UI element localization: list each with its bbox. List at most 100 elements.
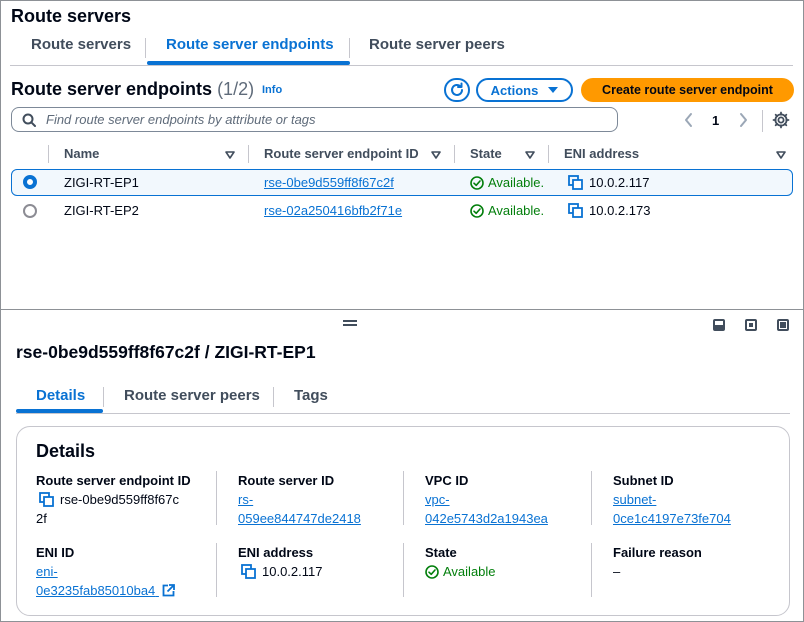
subnet-id-link[interactable]: subnet- 0ce1c4197e73fe704 [613, 490, 773, 528]
status-check-icon [425, 565, 439, 579]
column-header-name[interactable]: Name [64, 146, 99, 161]
row-state-text: Available. [488, 175, 545, 190]
row-endpoint-id-link[interactable]: rse-0be9d559ff8f67c2f [264, 175, 394, 190]
field-value: rse-0be9d559ff8f67c [36, 490, 206, 509]
subnet-id-line1: subnet- [613, 492, 657, 507]
toolbar-divider [762, 110, 763, 132]
row-eni-text: 10.0.2.173 [589, 203, 651, 218]
gear-icon[interactable] [772, 111, 790, 129]
field-subnet-id: Subnet ID subnet- 0ce1c4197e73fe704 [613, 471, 773, 528]
field-endpoint-id: Route server endpoint ID rse-0be9d559ff8… [36, 471, 206, 528]
table-row[interactable]: ZIGI-RT-EP1 rse-0be9d559ff8f67c2f Availa… [11, 169, 793, 196]
panel-close-icon[interactable] [777, 319, 789, 331]
field-label: Failure reason [613, 545, 702, 560]
field-label: ENI ID [36, 545, 75, 560]
copy-icon[interactable] [39, 492, 54, 507]
field-label: ENI address [238, 545, 314, 560]
row-state-text: Available. [488, 203, 545, 218]
tab-separator [103, 387, 104, 407]
tab-tags[interactable]: Tags [294, 387, 328, 404]
copy-icon[interactable] [568, 203, 583, 218]
actions-label: Actions [490, 82, 539, 98]
status-check-icon [470, 204, 484, 218]
vpc-id-line1: vpc- [425, 492, 450, 507]
row-name: ZIGI-RT-EP1 [64, 175, 139, 190]
table-header: Name Route server endpoint ID State ENI … [11, 143, 793, 167]
eni-id-line1: eni- [36, 564, 58, 579]
next-page-icon[interactable] [737, 112, 749, 128]
field-route-server-id: Route server ID rs- 059ee844747de2418 [238, 471, 398, 528]
detail-tab-bar: Details Route server peers Tags [16, 382, 790, 414]
row-endpoint-id-link[interactable]: rse-02a250416bfb2f71e [264, 203, 402, 218]
row-select-radio[interactable] [23, 204, 37, 218]
panel-side-icon[interactable] [745, 319, 757, 331]
selection-count: (1/2) [217, 79, 255, 99]
search-box [11, 107, 618, 132]
copy-icon[interactable] [241, 564, 256, 579]
section-title-text: Route server endpoints [11, 79, 213, 99]
panel-bottom-icon[interactable] [713, 319, 725, 331]
resize-handle-icon[interactable] [343, 320, 357, 326]
field-label: State [425, 545, 457, 560]
field-label: VPC ID [425, 473, 469, 488]
field-failure-reason: Failure reason – [613, 543, 773, 581]
refresh-icon [451, 82, 463, 96]
details-card: Details Route server endpoint ID rse-0be… [16, 426, 790, 616]
route-server-id-link[interactable]: rs- 059ee844747de2418 [238, 490, 398, 528]
row-eni-address: 10.0.2.117 [568, 175, 649, 190]
column-header-endpoint-id[interactable]: Route server endpoint ID [264, 146, 419, 161]
column-header-eni-address[interactable]: ENI address [564, 146, 639, 161]
active-tab-indicator [147, 61, 350, 65]
tab-route-servers[interactable]: Route servers [31, 36, 131, 53]
endpoints-list-panel: Route servers Route servers Route server… [1, 1, 803, 309]
tab-route-server-peers[interactable]: Route server peers [369, 36, 505, 53]
copy-icon[interactable] [568, 175, 583, 190]
external-link-icon[interactable] [162, 584, 175, 597]
route-server-id-line2: 059ee844747de2418 [238, 511, 361, 526]
eni-id-link[interactable]: eni- 0e3235fab85010ba4 [36, 562, 206, 600]
refresh-button[interactable] [444, 78, 470, 102]
tab-route-server-endpoints[interactable]: Route server endpoints [166, 36, 334, 53]
search-input[interactable] [46, 111, 606, 128]
create-endpoint-button[interactable]: Create route server endpoint [581, 78, 794, 102]
field-eni-address: ENI address 10.0.2.117 [238, 543, 398, 581]
field-value: Available [425, 562, 585, 581]
tab-separator [273, 387, 274, 407]
sort-icon[interactable] [225, 151, 235, 159]
sort-icon[interactable] [525, 151, 535, 159]
column-separator [454, 145, 455, 163]
row-name: ZIGI-RT-EP2 [64, 203, 139, 218]
active-tab-indicator [16, 409, 103, 413]
row-select-radio[interactable] [23, 175, 37, 189]
row-eni-address: 10.0.2.173 [568, 203, 650, 218]
info-link[interactable]: Info [262, 84, 282, 96]
column-divider [216, 543, 217, 597]
search-icon [22, 113, 36, 127]
tab-details[interactable]: Details [36, 387, 85, 404]
field-state: State Available [425, 543, 585, 581]
sort-icon[interactable] [431, 151, 441, 159]
column-divider [591, 543, 592, 597]
top-tab-bar: Route servers Route server endpoints Rou… [10, 32, 793, 66]
endpoint-id-line1: rse-0be9d559ff8f67c [60, 492, 180, 507]
actions-dropdown-button[interactable]: Actions [476, 78, 573, 102]
details-card-title: Details [36, 441, 96, 461]
previous-page-icon[interactable] [683, 112, 695, 128]
row-eni-text: 10.0.2.117 [589, 175, 650, 190]
row-state: Available. [470, 203, 544, 218]
vpc-id-line2: 042e5743d2a1943ea [425, 511, 548, 526]
current-page[interactable]: 1 [712, 113, 719, 128]
field-label: Route server endpoint ID [36, 473, 191, 488]
column-header-state[interactable]: State [470, 146, 502, 161]
section-title: Route server endpoints (1/2) [11, 79, 254, 100]
table-row[interactable]: ZIGI-RT-EP2 rse-02a250416bfb2f71e Availa… [11, 198, 793, 225]
tab-route-server-peers-detail[interactable]: Route server peers [124, 387, 260, 404]
vpc-id-link[interactable]: vpc- 042e5743d2a1943ea [425, 490, 585, 528]
field-label: Route server ID [238, 473, 335, 488]
column-separator [48, 145, 49, 163]
status-check-icon [470, 176, 484, 190]
sort-icon[interactable] [776, 151, 786, 159]
column-divider [216, 471, 217, 525]
failure-reason-value: – [613, 564, 621, 579]
tab-separator [145, 38, 146, 58]
